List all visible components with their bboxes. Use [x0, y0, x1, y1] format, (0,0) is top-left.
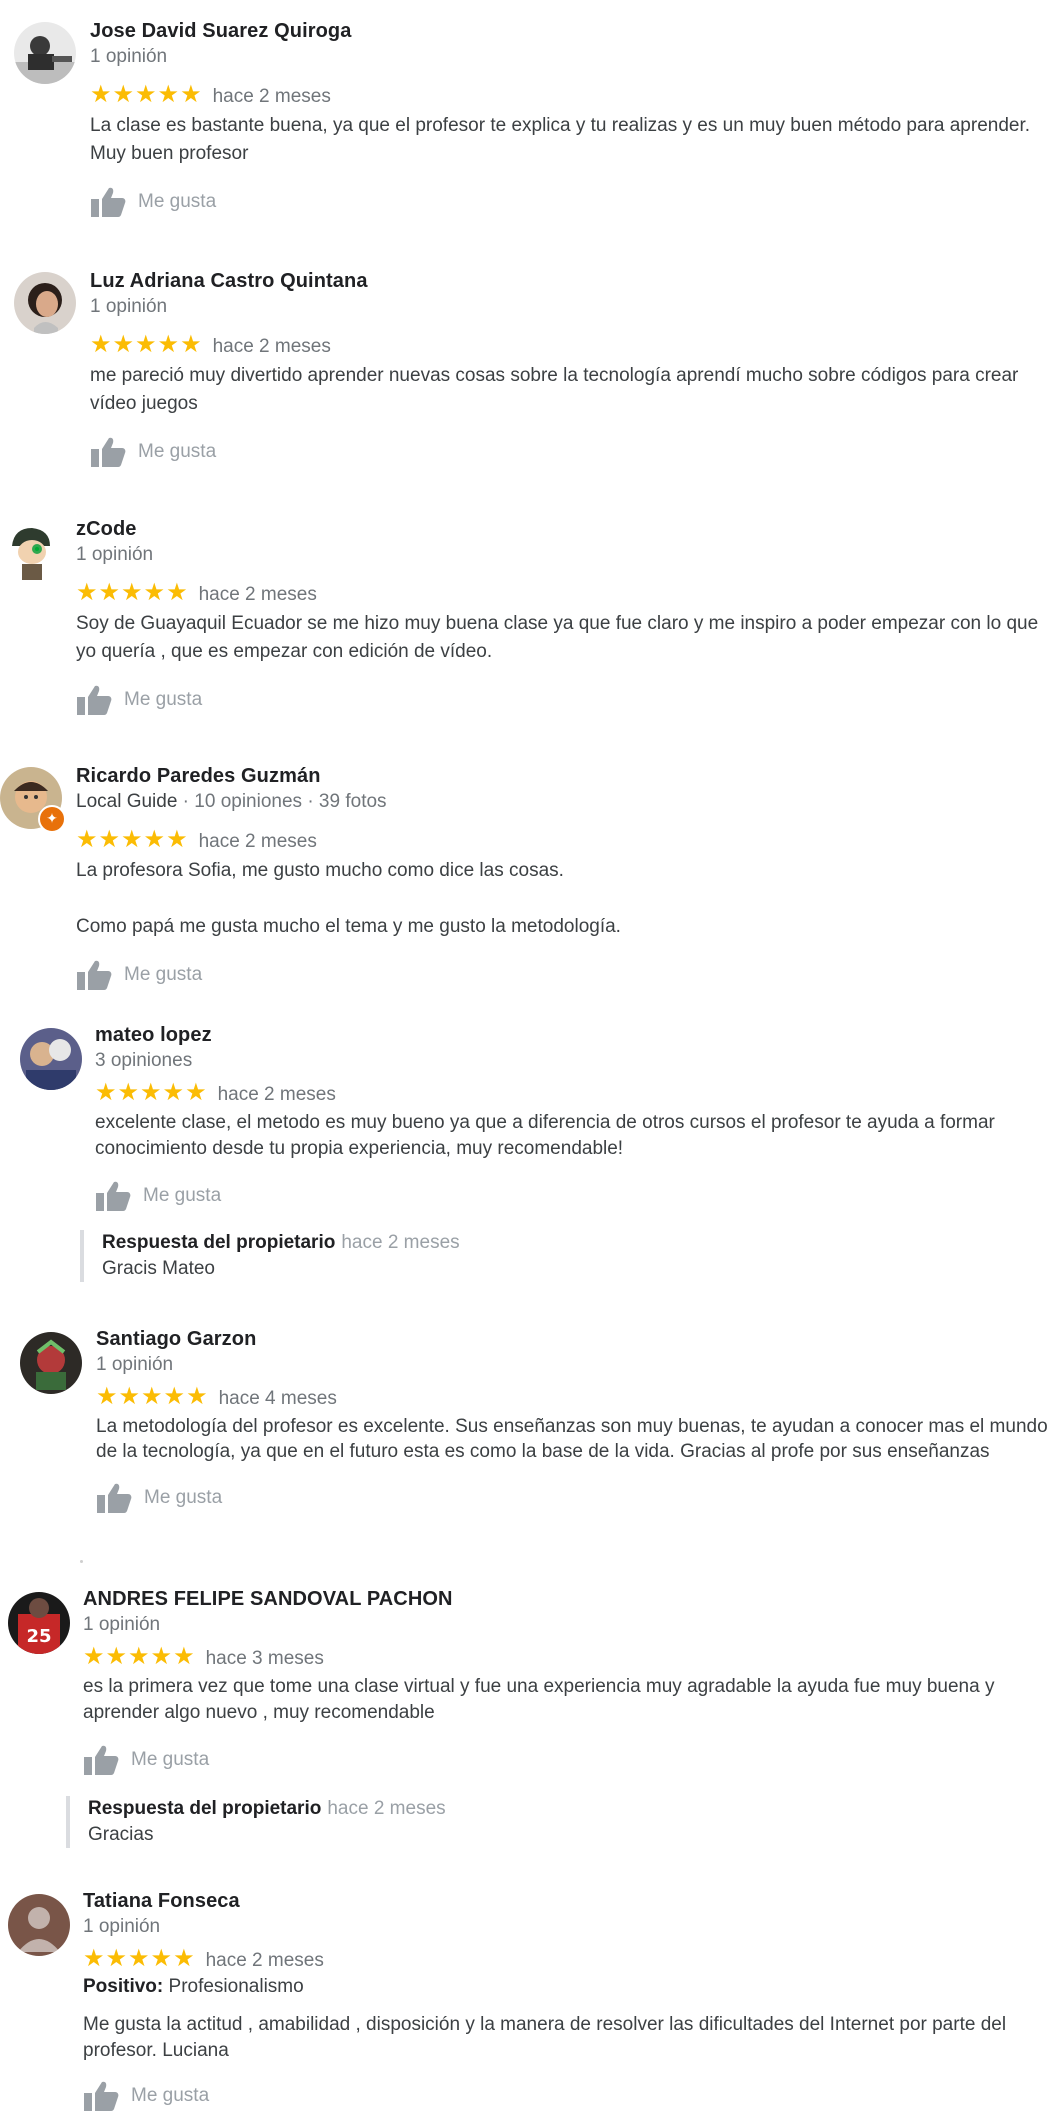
review-date: hace 2 meses — [217, 1084, 336, 1105]
like-label: Me gusta — [143, 1185, 222, 1206]
review-date: hace 2 meses — [212, 86, 331, 107]
reviewer-name[interactable]: Jose David Suarez Quiroga — [90, 18, 1048, 44]
reply-date: hace 2 meses — [341, 1232, 460, 1253]
review-text: excelente clase, el metodo es muy bueno … — [95, 1112, 995, 1159]
thumbs-up-icon — [90, 436, 126, 468]
reviewer-name[interactable]: Santiago Garzon — [96, 1326, 1048, 1352]
avatar[interactable] — [20, 1028, 82, 1090]
like-button[interactable]: Me gusta — [83, 2080, 1048, 2112]
reply-text: Gracis Mateo — [102, 1258, 215, 1279]
reviewer-stats: · 10 opiniones · 39 fotos — [177, 791, 387, 812]
like-label: Me gusta — [138, 191, 217, 212]
star-rating: ★★★★★ — [90, 331, 203, 358]
reply-title: Respuesta del propietario — [102, 1232, 336, 1253]
star-rating: ★★★★★ — [96, 1383, 209, 1410]
review-date: hace 2 meses — [198, 831, 317, 852]
thumbs-up-icon — [76, 959, 112, 991]
like-label: Me gusta — [124, 964, 203, 985]
local-guide-badge-icon: ✦ — [38, 805, 66, 833]
owner-reply: Respuesta del propietario hace 2 meses Gr… — [80, 1230, 460, 1282]
avatar[interactable] — [14, 22, 76, 84]
owner-reply: Respuesta del propietario hace 2 meses Gr… — [66, 1796, 446, 1848]
like-button[interactable]: Me gusta — [90, 436, 1048, 468]
review-date: hace 2 meses — [212, 336, 331, 357]
avatar[interactable] — [14, 272, 76, 334]
thumbs-up-icon — [96, 1482, 132, 1514]
review-date: hace 4 meses — [218, 1388, 337, 1409]
thumbs-up-icon — [83, 1744, 119, 1776]
avatar[interactable] — [20, 1332, 82, 1394]
reply-date: hace 2 meses — [327, 1798, 446, 1819]
divider-dot — [80, 1560, 83, 1563]
review-date: hace 2 meses — [205, 1950, 324, 1971]
review-date: hace 2 meses — [198, 584, 317, 605]
star-rating: ★★★★★ — [95, 1079, 208, 1106]
reviewer-meta: 1 opinión — [90, 46, 168, 67]
like-button[interactable]: Me gusta — [90, 186, 1048, 218]
like-label: Me gusta — [124, 689, 203, 710]
positive-attributes: Positivo: Profesionalismo — [83, 1974, 1048, 2000]
review-text: La clase es bastante buena, ya que el pr… — [90, 115, 1031, 164]
reviewer-meta: 1 opinión — [83, 1614, 161, 1635]
default-avatar[interactable] — [8, 1894, 70, 1956]
reply-title: Respuesta del propietario — [88, 1798, 322, 1819]
star-rating: ★★★★★ — [83, 1643, 196, 1670]
positive-value: Profesionalismo — [168, 1976, 304, 1997]
positive-label: Positivo: — [83, 1976, 164, 1997]
star-rating: ★★★★★ — [76, 826, 189, 853]
review-text: Soy de Guayaquil Ecuador se me hizo muy … — [76, 613, 1039, 662]
review-text: me pareció muy divertido aprender nuevas… — [90, 365, 1019, 414]
reviewer-meta: Local Guide · 10 opiniones · 39 fotos — [76, 789, 1048, 815]
like-button[interactable]: Me gusta — [76, 959, 1048, 991]
like-label: Me gusta — [131, 1749, 210, 1770]
reviewer-name[interactable]: ANDRES FELIPE SANDOVAL PACHON — [83, 1586, 1048, 1612]
like-button[interactable]: Me gusta — [95, 1180, 1048, 1212]
review-text: La metodología del profesor es excelente… — [96, 1416, 1048, 1462]
like-button[interactable]: Me gusta — [83, 1744, 1048, 1776]
reviewer-name[interactable]: Ricardo Paredes Guzmán — [76, 763, 1048, 789]
star-rating: ★★★★★ — [83, 1945, 196, 1972]
reviewer-name[interactable]: mateo lopez — [95, 1022, 1048, 1048]
thumbs-up-icon — [83, 2080, 119, 2112]
thumbs-up-icon — [95, 1180, 131, 1212]
avatar[interactable]: 25 — [8, 1592, 70, 1654]
star-rating: ★★★★★ — [76, 579, 189, 606]
like-button[interactable]: Me gusta — [96, 1482, 1048, 1514]
star-rating: ★★★★★ — [90, 81, 203, 108]
cartoon-avatar[interactable] — [0, 520, 62, 582]
review-date: hace 3 meses — [205, 1648, 324, 1669]
reviewer-name[interactable]: Luz Adriana Castro Quintana — [90, 268, 1048, 294]
local-guide-label: Local Guide — [76, 791, 178, 812]
reviewer-meta: 3 opiniones — [95, 1050, 193, 1071]
reviewer-name[interactable]: zCode — [76, 516, 1048, 542]
reviewer-meta: 1 opinión — [76, 544, 154, 565]
thumbs-up-icon — [90, 186, 126, 218]
review-text: es la primera vez que tome una clase vir… — [83, 1676, 995, 1723]
reply-text: Gracias — [88, 1824, 154, 1845]
reviewer-meta: 1 opinión — [90, 296, 168, 317]
jersey-number: 25 — [26, 1626, 51, 1647]
review-text: La profesora Sofia, me gusto mucho como … — [76, 860, 621, 937]
thumbs-up-icon — [76, 684, 112, 716]
review-text: Me gusta la actitud , amabilidad , dispo… — [83, 2014, 1007, 2061]
reviewer-meta: 1 opinión — [96, 1354, 174, 1375]
like-label: Me gusta — [144, 1487, 223, 1508]
like-label: Me gusta — [131, 2085, 210, 2106]
reviewer-meta: 1 opinión — [83, 1916, 161, 1937]
reviewer-name[interactable]: Tatiana Fonseca — [83, 1888, 1048, 1914]
like-button[interactable]: Me gusta — [76, 684, 1048, 716]
like-label: Me gusta — [138, 441, 217, 462]
